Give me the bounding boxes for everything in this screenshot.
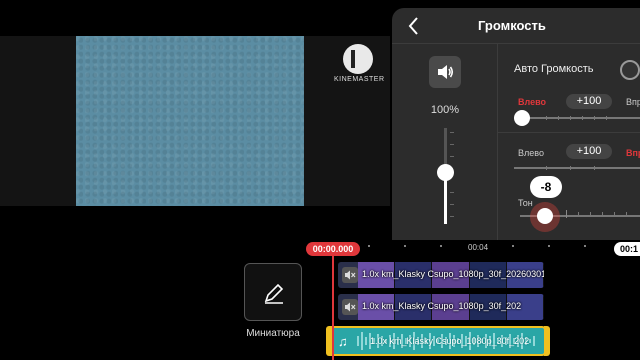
pan2-value[interactable]: +100 bbox=[566, 144, 612, 159]
panel-header: Громкость bbox=[392, 8, 640, 44]
tone-label: Тон bbox=[518, 198, 533, 208]
slider-tick bbox=[594, 116, 595, 120]
slider-tick bbox=[614, 212, 615, 216]
slider-tick bbox=[558, 116, 559, 120]
time-mark: 00:04 bbox=[468, 243, 489, 252]
ruler-dot bbox=[440, 245, 442, 247]
clip-mute-toggle[interactable] bbox=[342, 267, 358, 283]
audio-clip-name: 1.0x km_Klasky Csupo_1080p_30f_202 bbox=[370, 336, 530, 346]
tone-slider-knob[interactable] bbox=[537, 208, 553, 224]
pan-slider-knob[interactable] bbox=[514, 110, 530, 126]
ruler-dot bbox=[548, 245, 550, 247]
watermark-text: KINEMASTER bbox=[334, 76, 385, 83]
audio-trim-handle-right[interactable] bbox=[544, 326, 550, 356]
volume-percent: 100% bbox=[430, 104, 460, 116]
slider-tick bbox=[566, 210, 567, 218]
muted-speaker-icon bbox=[345, 302, 356, 312]
slider-tick bbox=[450, 192, 454, 193]
pencil-icon bbox=[264, 283, 284, 304]
slider-tick bbox=[546, 166, 547, 170]
slider-tick bbox=[450, 216, 454, 217]
slider-tick bbox=[450, 132, 454, 133]
slider-tick bbox=[450, 144, 454, 145]
video-frame bbox=[76, 36, 304, 206]
slider-tick bbox=[546, 116, 547, 120]
slider-tick bbox=[590, 212, 591, 216]
kinemaster-logo-icon bbox=[343, 44, 373, 74]
auto-volume-label: Авто Громкость bbox=[514, 63, 594, 75]
clip-name: 1.0x km_Klasky Csupo_1080p_30f_202 bbox=[362, 301, 522, 311]
music-note-icon: ♫ bbox=[338, 334, 348, 349]
speaker-icon bbox=[438, 65, 454, 79]
pan-left-label: Влево bbox=[518, 97, 547, 107]
mute-button[interactable] bbox=[429, 56, 461, 88]
volume-slider-fill bbox=[444, 174, 447, 224]
slider-tick bbox=[602, 212, 603, 216]
auto-volume-toggle[interactable] bbox=[620, 60, 640, 80]
thumbnail-label: Миниатюра bbox=[246, 328, 300, 339]
slider-tick bbox=[570, 166, 571, 170]
pan-right-label: Впр bbox=[626, 97, 640, 107]
pan2-right-label: Впр bbox=[626, 148, 640, 158]
volume-slider-knob[interactable] bbox=[437, 164, 454, 181]
slider-tick bbox=[450, 204, 454, 205]
slider-tick bbox=[570, 116, 571, 120]
thumbnail-button[interactable] bbox=[244, 263, 302, 321]
chevron-left-icon bbox=[408, 17, 418, 35]
slider-tick bbox=[450, 156, 454, 157]
pan2-slider-track[interactable] bbox=[514, 167, 640, 169]
ruler-dot bbox=[404, 245, 406, 247]
playhead[interactable] bbox=[332, 256, 334, 360]
clip-name: 1.0x km_Klasky Csupo_1080p_30f_20260301_… bbox=[362, 269, 544, 279]
video-clip[interactable]: 1.0x km_Klasky Csupo_1080p_30f_202 bbox=[338, 294, 544, 320]
pan2-left-label: Влево bbox=[518, 148, 544, 158]
slider-tick bbox=[578, 212, 579, 216]
clip-mute-toggle[interactable] bbox=[342, 299, 358, 315]
divider bbox=[498, 132, 640, 133]
panel-title: Громкость bbox=[478, 18, 546, 33]
end-time-badge: 00:1 bbox=[614, 242, 640, 256]
master-volume-column: 100% bbox=[392, 44, 498, 240]
slider-tick bbox=[582, 116, 583, 120]
slider-tick bbox=[626, 212, 627, 216]
tone-value-bubble: -8 bbox=[530, 176, 562, 198]
back-button[interactable] bbox=[400, 12, 428, 40]
video-preview[interactable]: KINEMASTER bbox=[0, 0, 390, 240]
ruler-dot bbox=[584, 245, 586, 247]
ruler-dot bbox=[368, 245, 370, 247]
kinemaster-watermark: KINEMASTER bbox=[334, 44, 385, 83]
pan-slider-track[interactable] bbox=[514, 117, 640, 119]
video-clip[interactable]: 1.0x km_Klasky Csupo_1080p_30f_20260301_… bbox=[338, 262, 544, 288]
slider-tick bbox=[594, 166, 595, 170]
slider-tick bbox=[606, 116, 607, 120]
audio-clip[interactable]: ♫ 1.0x km_Klasky Csupo_1080p_30f_202 bbox=[330, 326, 546, 356]
ruler-dot bbox=[512, 245, 514, 247]
muted-speaker-icon bbox=[345, 270, 356, 280]
current-time-badge: 00:00.000 bbox=[306, 242, 360, 256]
pan-value[interactable]: +100 bbox=[566, 94, 612, 109]
